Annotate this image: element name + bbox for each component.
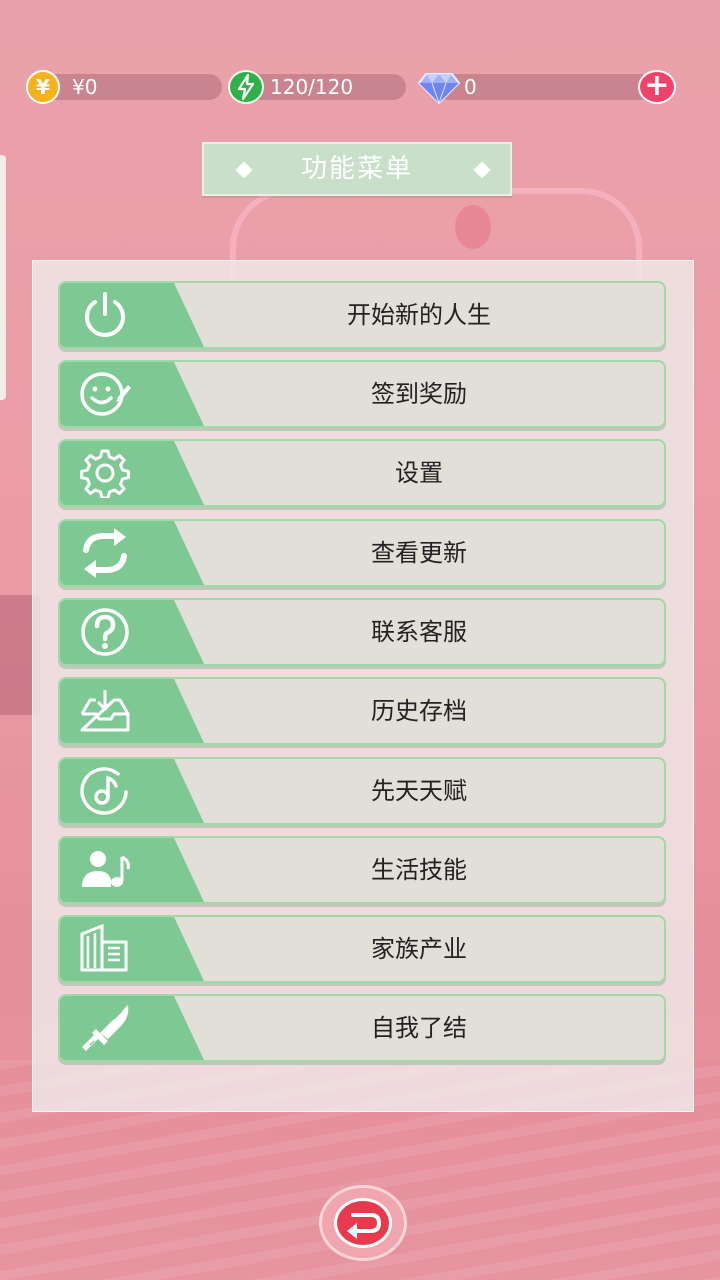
- currency-strip: [42, 74, 222, 100]
- buildings-icon: [80, 924, 128, 972]
- add-diamonds-button[interactable]: +: [638, 70, 676, 104]
- energy-value: 120/120: [270, 75, 354, 99]
- menu-icon-zone: [60, 996, 204, 1060]
- menu-item-check-in-reward[interactable]: 签到奖励: [58, 360, 666, 428]
- menu-icon-zone: [60, 759, 204, 823]
- menu-item-self-end[interactable]: 自我了结: [58, 994, 666, 1062]
- menu-item-label: 历史存档: [371, 697, 467, 725]
- gear-icon: [80, 449, 130, 498]
- menu-item-history-saves[interactable]: 历史存档: [58, 677, 666, 745]
- menu-item-label: 家族产业: [371, 935, 467, 963]
- menu-item-label: 设置: [395, 459, 443, 487]
- menu-icon-zone: [60, 679, 204, 743]
- menu-item-life-skills[interactable]: 生活技能: [58, 836, 666, 904]
- menu-item-label: 自我了结: [371, 1014, 467, 1042]
- background-balloon-decoration: [455, 205, 491, 249]
- menu-icon-zone: [60, 917, 204, 981]
- title-diamond-right: [473, 161, 491, 179]
- menu-item-label: 开始新的人生: [347, 301, 491, 329]
- side-drawer-handle[interactable]: [0, 155, 6, 400]
- menu-icon-zone: [60, 838, 204, 902]
- back-button-inner: [334, 1198, 392, 1248]
- music-disc-icon: [80, 767, 128, 815]
- menu-item-check-updates[interactable]: 查看更新: [58, 519, 666, 587]
- person-music-icon: [82, 851, 130, 887]
- page-title: 功能菜单: [202, 142, 512, 196]
- menu-icon-zone: [60, 521, 204, 585]
- menu-item-settings[interactable]: 设置: [58, 439, 666, 507]
- menu-item-label: 查看更新: [371, 539, 467, 567]
- title-diamond-left: [235, 161, 253, 179]
- menu-icon-zone: [60, 600, 204, 664]
- inbox-download-icon: [80, 690, 130, 732]
- resource-bar: ¥ ¥0 120/120 0 +: [26, 70, 680, 105]
- menu-icon-zone: [60, 283, 204, 347]
- back-button[interactable]: [319, 1185, 407, 1261]
- menu-item-label: 生活技能: [371, 856, 467, 884]
- yuan-coin-icon: ¥: [26, 70, 60, 104]
- question-icon: [81, 608, 129, 656]
- menu-item-start-new-life[interactable]: 开始新的人生: [58, 281, 666, 349]
- lightning-energy-icon: [228, 70, 264, 104]
- knife-icon: [82, 1005, 129, 1051]
- smile-pen-icon: [80, 372, 131, 416]
- diamond-value: 0: [464, 75, 477, 99]
- refresh-icon: [83, 528, 127, 578]
- menu-item-family-business[interactable]: 家族产业: [58, 915, 666, 983]
- menu-icon-zone: [60, 362, 204, 426]
- power-icon: [85, 292, 125, 337]
- menu-icon-zone: [60, 441, 204, 505]
- menu-item-label: 联系客服: [371, 618, 467, 646]
- currency-value: ¥0: [72, 75, 98, 99]
- page-title-text: 功能菜单: [300, 154, 413, 184]
- menu-item-label: 签到奖励: [371, 380, 467, 408]
- diamond-icon: [417, 72, 461, 105]
- return-arrow-icon: [347, 1213, 382, 1239]
- menu-item-innate-talent[interactable]: 先天天赋: [58, 757, 666, 825]
- menu-item-label: 先天天赋: [371, 777, 467, 805]
- menu-item-contact-support[interactable]: 联系客服: [58, 598, 666, 666]
